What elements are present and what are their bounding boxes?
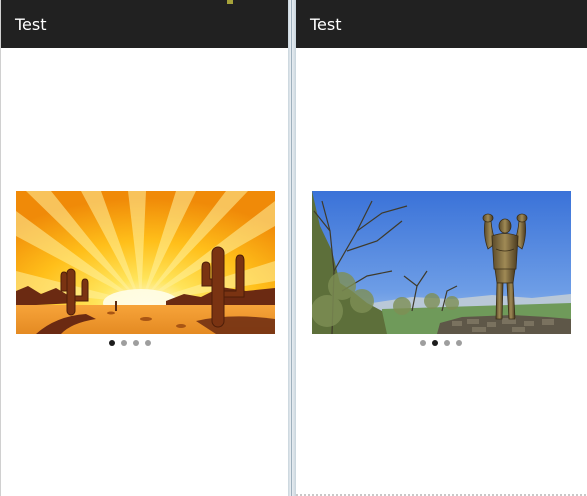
carousel-image-statue[interactable] [312, 191, 571, 334]
app-title: Test [15, 15, 47, 34]
phone-screen-right: Test [296, 0, 587, 496]
page-dot-3[interactable] [444, 340, 450, 346]
carousel-page-indicator [420, 340, 462, 348]
desert-cactus-sunset-image [16, 191, 275, 334]
page-dot-1[interactable] [420, 340, 426, 346]
page-dot-1[interactable] [109, 340, 115, 346]
status-indicator-icon [227, 0, 233, 4]
carousel-image-desert[interactable] [16, 191, 275, 334]
page-dot-4[interactable] [456, 340, 462, 346]
page-dot-2[interactable] [121, 340, 127, 346]
carousel-page-indicator [109, 340, 151, 348]
split-screen-divider[interactable] [288, 0, 296, 496]
page-dot-3[interactable] [133, 340, 139, 346]
page-dot-2[interactable] [432, 340, 438, 346]
page-dot-4[interactable] [145, 340, 151, 346]
app-title: Test [310, 15, 342, 34]
divider-line [291, 0, 292, 496]
app-bar: Test [296, 0, 587, 48]
phone-screen-left: Test [0, 0, 288, 496]
bronze-statue-landscape-image [312, 191, 571, 334]
app-bar: Test [1, 0, 288, 48]
